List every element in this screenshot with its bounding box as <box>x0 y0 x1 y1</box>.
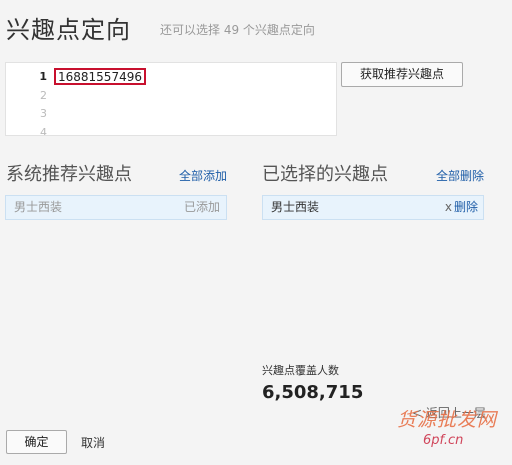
watermark-brand: 货源批发网 <box>397 409 498 431</box>
recommended-section-title: 系统推荐兴趣点 <box>6 164 132 185</box>
quota-hint: 还可以选择 49 个兴趣点定向 <box>160 23 315 37</box>
close-icon: x <box>444 200 452 214</box>
remove-item-button[interactable]: x 删除 <box>445 196 478 219</box>
remove-all-link[interactable]: 全部删除 <box>436 167 484 184</box>
line-number: 3 <box>40 107 47 120</box>
selected-section-title: 已选择的兴趣点 <box>262 164 388 185</box>
line-number: 1 <box>39 70 47 83</box>
line-number: 4 <box>40 125 47 136</box>
line-number-gutter: 1 2 3 4 <box>6 69 48 136</box>
selected-item: 男士西装 x 删除 <box>262 195 484 220</box>
line-number: 2 <box>40 88 47 102</box>
watermark-logo: 货源批发网 6pf.cn <box>393 403 511 461</box>
get-recommendations-button[interactable]: 获取推荐兴趣点 <box>341 62 463 87</box>
add-all-link[interactable]: 全部添加 <box>179 167 227 184</box>
cancel-link[interactable]: 取消 <box>81 434 105 451</box>
watermark-url: 6pf.cn <box>423 433 464 448</box>
selected-item-label: 男士西装 <box>271 200 320 214</box>
confirm-button[interactable]: 确定 <box>6 430 67 454</box>
audience-count: 6,508,715 <box>262 382 364 403</box>
audience-label: 兴趣点覆盖人数 <box>262 364 339 377</box>
recommended-item-label: 男士西装 <box>14 200 63 214</box>
editor-line-value[interactable]: 16881557496 <box>54 68 146 85</box>
page-title: 兴趣点定向 <box>6 16 131 44</box>
recommended-item[interactable]: 男士西装 已添加 <box>5 195 227 220</box>
added-status: 已添加 <box>183 200 220 214</box>
remove-item-label: 删除 <box>453 200 478 214</box>
keyword-editor[interactable]: 1 2 3 4 16881557496 <box>5 62 337 136</box>
